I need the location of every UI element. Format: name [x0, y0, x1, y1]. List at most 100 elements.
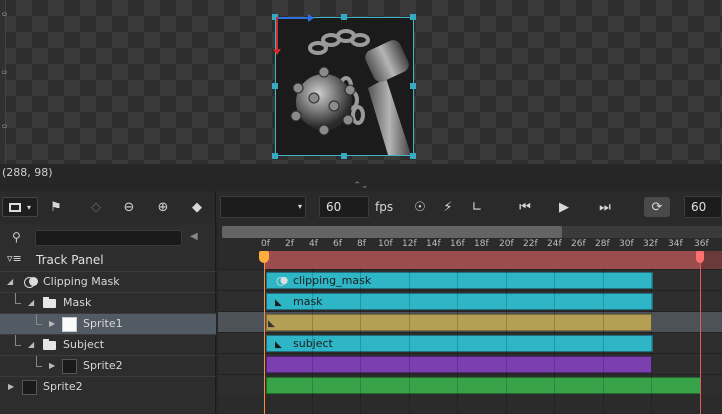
- skip-to-end-icon[interactable]: ⏭: [594, 197, 616, 217]
- play-range-bar[interactable]: [264, 251, 701, 269]
- cursor-coordinates: (288, 98): [0, 164, 722, 181]
- collapse-left-icon[interactable]: ◀: [190, 231, 198, 242]
- tree-item-label: Clipping Mask: [43, 275, 120, 288]
- lightning-icon[interactable]: ⚡: [439, 197, 457, 217]
- clip-bar[interactable]: ◣ mask: [266, 293, 653, 310]
- transform-handle[interactable]: [341, 153, 347, 159]
- transform-handle[interactable]: [410, 153, 416, 159]
- keyframe-icon[interactable]: ◆: [186, 197, 208, 217]
- clip-bar[interactable]: ◣: [266, 314, 652, 331]
- frame-tick: 14f: [426, 239, 441, 249]
- transform-handle[interactable]: [341, 14, 347, 20]
- track-lane[interactable]: ◣: [218, 311, 722, 332]
- frame-tick: 30f: [619, 239, 634, 249]
- scene-viewport[interactable]: 0 0 0: [0, 0, 722, 164]
- transform-handle[interactable]: [272, 83, 278, 89]
- track-lane[interactable]: [218, 374, 722, 395]
- frame-gridline: [457, 269, 458, 414]
- expand-down-icon[interactable]: ◢: [28, 340, 34, 349]
- frame-tick: 32f: [643, 239, 658, 249]
- flail-image: [276, 18, 413, 155]
- ruler-mark: 0: [0, 70, 8, 75]
- frame-tick: 12f: [402, 239, 417, 249]
- frame-gridline: [506, 269, 507, 414]
- frame-tick: 34f: [668, 239, 683, 249]
- frame-tick: 26f: [571, 239, 586, 249]
- tree-item-label: Sprite2: [43, 380, 83, 393]
- folder-icon: [43, 339, 56, 350]
- sort-filter-icon[interactable]: ▿≡: [7, 252, 22, 265]
- timeline-area[interactable]: 0f 2f 4f 6f 8f 10f 12f 14f 16f 18f 20f 2…: [218, 223, 722, 414]
- timeline-toolbar: ▾ ⚑ ◇ ⊖ ⊕ ◆ ▾ 60 fps ☉ ⚡ ∟ ⏮ ▶ ⏭ ⟳ 60: [0, 191, 722, 223]
- clip-bar[interactable]: clipping_mask: [266, 272, 653, 289]
- transform-handle[interactable]: [272, 153, 278, 159]
- out-of-range-bar: [701, 251, 722, 269]
- easing-dropdown[interactable]: ▾: [220, 196, 306, 218]
- frame-gridline: [603, 269, 604, 414]
- sprite-thumbnail: [22, 380, 37, 395]
- clip-label: mask: [293, 295, 323, 308]
- clip-bar[interactable]: [266, 356, 652, 373]
- clip-bar[interactable]: [266, 377, 701, 394]
- frame-ruler[interactable]: 0f 2f 4f 6f 8f 10f 12f 14f 16f 18f 20f 2…: [218, 238, 722, 251]
- view-mode-dropdown[interactable]: ▾: [2, 197, 38, 217]
- y-axis-gizmo[interactable]: [273, 17, 281, 55]
- expand-right-icon[interactable]: ▶: [49, 319, 55, 328]
- rectangle-icon: [8, 202, 21, 212]
- expand-down-icon[interactable]: ◢: [28, 298, 34, 307]
- loop-icon[interactable]: ⟳: [644, 197, 670, 217]
- tree-item-clipping-mask[interactable]: ◢ Clipping Mask: [0, 271, 216, 292]
- end-frame-input[interactable]: 60: [684, 196, 722, 218]
- expand-down-icon[interactable]: ◢: [7, 277, 13, 286]
- tree-item-sprite1[interactable]: ▶ Sprite1: [0, 313, 216, 334]
- frame-tick: 6f: [333, 239, 342, 249]
- transform-handle[interactable]: [410, 83, 416, 89]
- expand-right-icon[interactable]: ▶: [49, 361, 55, 370]
- frame-tick: 10f: [378, 239, 393, 249]
- frame-tick: 22f: [523, 239, 538, 249]
- vertical-ruler: 0 0 0: [0, 0, 8, 164]
- frame-tick: 36f: [694, 239, 709, 249]
- clip-start-icon: ◣: [268, 319, 275, 329]
- fps-label: fps: [375, 200, 394, 214]
- search-input[interactable]: [35, 230, 182, 246]
- play-icon[interactable]: ▶: [553, 197, 575, 217]
- clipping-mask-icon: [276, 277, 289, 286]
- skip-to-start-icon[interactable]: ⏮: [514, 197, 536, 217]
- curve-editor-icon[interactable]: ∟: [466, 197, 488, 217]
- end-frame-marker[interactable]: [696, 251, 704, 263]
- track-lane[interactable]: ◣ subject: [218, 332, 722, 353]
- onion-skin-icon[interactable]: ☉: [410, 197, 430, 217]
- frame-tick: 18f: [474, 239, 489, 249]
- add-keyframe-icon[interactable]: ⊕: [152, 197, 174, 217]
- frame-tick: 24f: [547, 239, 562, 249]
- sprite-thumbnail: [62, 317, 77, 332]
- playhead-handle[interactable]: [259, 251, 269, 263]
- fps-input[interactable]: 60: [319, 196, 369, 218]
- remove-keyframe-icon[interactable]: ⊖: [118, 197, 140, 217]
- tree-item-sprite2[interactable]: ▶ Sprite2: [0, 376, 216, 397]
- track-lane[interactable]: ◣ mask: [218, 290, 722, 311]
- track-panel-title: Track Panel: [36, 253, 104, 267]
- frame-gridline: [409, 269, 410, 414]
- panel-resize-grip-icon[interactable]: ⌃⌄: [0, 181, 722, 191]
- transform-handle[interactable]: [410, 14, 416, 20]
- track-toolbar: ▾ ⚑ ◇ ⊖ ⊕ ◆: [0, 191, 216, 223]
- frame-tick: 0f: [261, 239, 270, 249]
- track-lane[interactable]: clipping_mask: [218, 269, 722, 290]
- sprite-preview[interactable]: [275, 17, 414, 156]
- timeline-scroll-handle[interactable]: [222, 226, 562, 238]
- tree-item-mask[interactable]: ◢ Mask: [0, 292, 216, 313]
- diamond-split-icon[interactable]: ◇: [86, 197, 106, 217]
- clip-bar[interactable]: ◣ subject: [266, 335, 653, 352]
- tree-item-subject[interactable]: ◢ Subject: [0, 334, 216, 355]
- expand-right-icon[interactable]: ▶: [8, 382, 14, 391]
- tree-item-sprite2-child[interactable]: ▶ Sprite2: [0, 355, 216, 376]
- flag-icon[interactable]: ⚑: [46, 197, 66, 217]
- folder-icon: ◣: [275, 340, 282, 350]
- tree-branch: [36, 356, 42, 367]
- search-row: ⚲ ◀: [0, 227, 216, 249]
- frame-tick: 28f: [595, 239, 610, 249]
- x-axis-gizmo[interactable]: [276, 14, 314, 22]
- track-lane[interactable]: [218, 353, 722, 374]
